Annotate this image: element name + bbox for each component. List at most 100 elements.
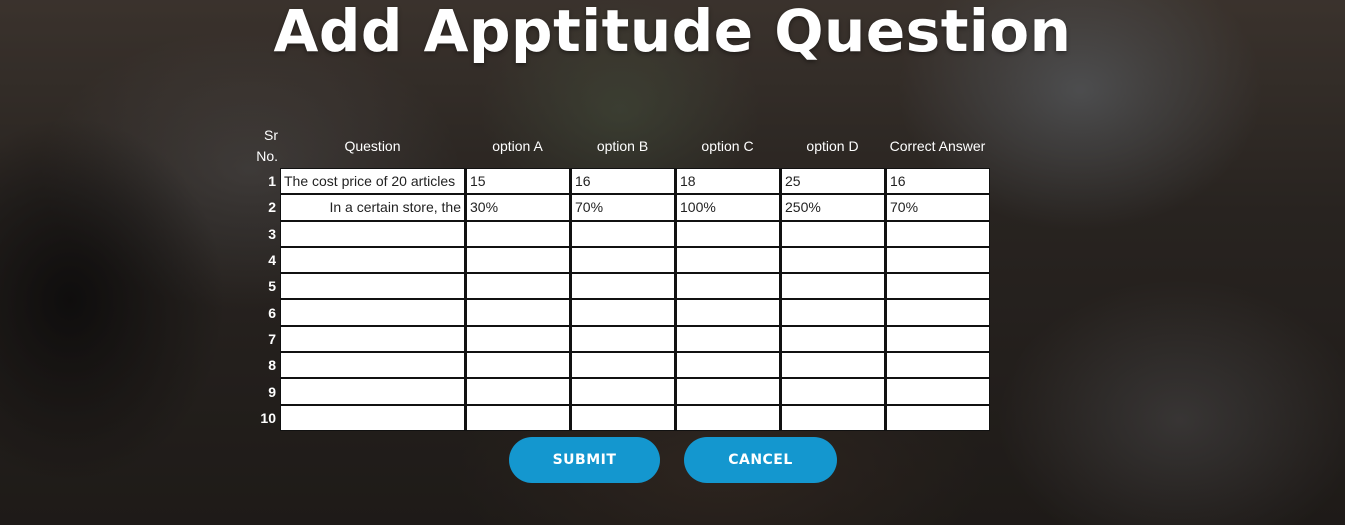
option-c-input[interactable] xyxy=(677,274,779,299)
option-b-input[interactable] xyxy=(572,169,674,194)
option-a-input[interactable] xyxy=(467,353,569,378)
question-input[interactable] xyxy=(281,169,464,194)
option-d-cell xyxy=(780,273,885,300)
option-c-input[interactable] xyxy=(677,353,779,378)
option-a-cell xyxy=(465,352,570,379)
option-d-input[interactable] xyxy=(782,195,884,220)
header-question: Question xyxy=(344,137,401,154)
correct-answer-cell xyxy=(885,273,990,300)
option-a-cell xyxy=(465,194,570,221)
option-b-input[interactable] xyxy=(572,221,674,246)
option-d-input[interactable] xyxy=(782,247,884,273)
correct-answer-input[interactable] xyxy=(887,247,989,273)
correct-answer-cell xyxy=(885,168,990,195)
option-a-input[interactable] xyxy=(467,195,569,220)
option-b-input[interactable] xyxy=(572,195,674,220)
correct-answer-cell xyxy=(885,404,990,431)
option-c-cell xyxy=(675,325,780,353)
correct-answer-input[interactable] xyxy=(887,169,989,194)
table-row: 5 xyxy=(250,273,990,300)
correct-answer-input[interactable] xyxy=(887,300,989,325)
correct-answer-input[interactable] xyxy=(887,353,989,378)
option-a-cell xyxy=(465,273,570,300)
option-b-input[interactable] xyxy=(572,326,674,352)
option-a-cell xyxy=(465,404,570,431)
row-number: 10 xyxy=(260,409,276,426)
option-d-input[interactable] xyxy=(782,274,884,299)
option-a-input[interactable] xyxy=(467,379,569,404)
question-input[interactable] xyxy=(281,274,464,299)
option-c-input[interactable] xyxy=(677,379,779,404)
option-b-input[interactable] xyxy=(572,405,674,430)
question-cell xyxy=(280,273,465,300)
option-c-input[interactable] xyxy=(677,195,779,220)
option-d-input[interactable] xyxy=(782,326,884,352)
question-cell xyxy=(280,378,465,405)
option-c-input[interactable] xyxy=(677,169,779,194)
correct-answer-cell xyxy=(885,378,990,405)
row-number: 7 xyxy=(268,330,276,347)
row-number: 6 xyxy=(268,304,276,321)
option-c-cell xyxy=(675,220,780,247)
question-form: Sr No. Question option A option B option… xyxy=(250,124,990,431)
option-c-input[interactable] xyxy=(677,221,779,246)
question-input[interactable] xyxy=(281,326,464,352)
question-input[interactable] xyxy=(281,247,464,273)
question-input[interactable] xyxy=(281,379,464,404)
table-header-row: Sr No. Question option A option B option… xyxy=(250,124,990,168)
header-sr-no: Sr No. xyxy=(256,127,278,164)
option-d-input[interactable] xyxy=(782,379,884,404)
option-c-input[interactable] xyxy=(677,247,779,273)
question-input[interactable] xyxy=(281,300,464,325)
option-d-cell xyxy=(780,299,885,326)
correct-answer-input[interactable] xyxy=(887,221,989,246)
option-d-input[interactable] xyxy=(782,353,884,378)
option-a-input[interactable] xyxy=(467,405,569,430)
option-d-input[interactable] xyxy=(782,169,884,194)
option-b-input[interactable] xyxy=(572,274,674,299)
option-a-cell xyxy=(465,246,570,274)
correct-answer-input[interactable] xyxy=(887,274,989,299)
option-c-cell xyxy=(675,352,780,379)
option-c-input[interactable] xyxy=(677,300,779,325)
table-row: 7 xyxy=(250,325,990,353)
correct-answer-input[interactable] xyxy=(887,195,989,220)
header-correct-answer: Correct Answer xyxy=(889,137,986,154)
cancel-button[interactable]: CANCEL xyxy=(684,437,837,483)
option-d-input[interactable] xyxy=(782,221,884,246)
option-b-cell xyxy=(570,246,675,274)
option-b-input[interactable] xyxy=(572,247,674,273)
correct-answer-input[interactable] xyxy=(887,326,989,352)
option-b-input[interactable] xyxy=(572,353,674,378)
correct-answer-cell xyxy=(885,220,990,247)
table-row: 6 xyxy=(250,299,990,326)
option-d-input[interactable] xyxy=(782,300,884,325)
option-b-input[interactable] xyxy=(572,300,674,325)
question-cell xyxy=(280,168,465,195)
correct-answer-input[interactable] xyxy=(887,405,989,430)
option-b-input[interactable] xyxy=(572,379,674,404)
option-d-cell xyxy=(780,194,885,221)
correct-answer-input[interactable] xyxy=(887,379,989,404)
option-d-input[interactable] xyxy=(782,405,884,430)
option-a-input[interactable] xyxy=(467,326,569,352)
option-a-cell xyxy=(465,325,570,353)
question-input[interactable] xyxy=(281,353,464,378)
table-row: 2 xyxy=(250,194,990,221)
option-c-input[interactable] xyxy=(677,405,779,430)
option-c-input[interactable] xyxy=(677,326,779,352)
question-input[interactable] xyxy=(281,195,464,220)
row-number: 4 xyxy=(268,252,276,269)
option-a-input[interactable] xyxy=(467,300,569,325)
submit-button[interactable]: SUBMIT xyxy=(509,437,660,483)
question-input[interactable] xyxy=(281,221,464,246)
option-c-cell xyxy=(675,273,780,300)
question-input[interactable] xyxy=(281,405,464,430)
option-a-input[interactable] xyxy=(467,247,569,273)
option-a-input[interactable] xyxy=(467,169,569,194)
option-a-input[interactable] xyxy=(467,274,569,299)
option-a-input[interactable] xyxy=(467,221,569,246)
option-a-cell xyxy=(465,168,570,195)
option-d-cell xyxy=(780,246,885,274)
form-actions: SUBMIT CANCEL xyxy=(509,437,837,483)
